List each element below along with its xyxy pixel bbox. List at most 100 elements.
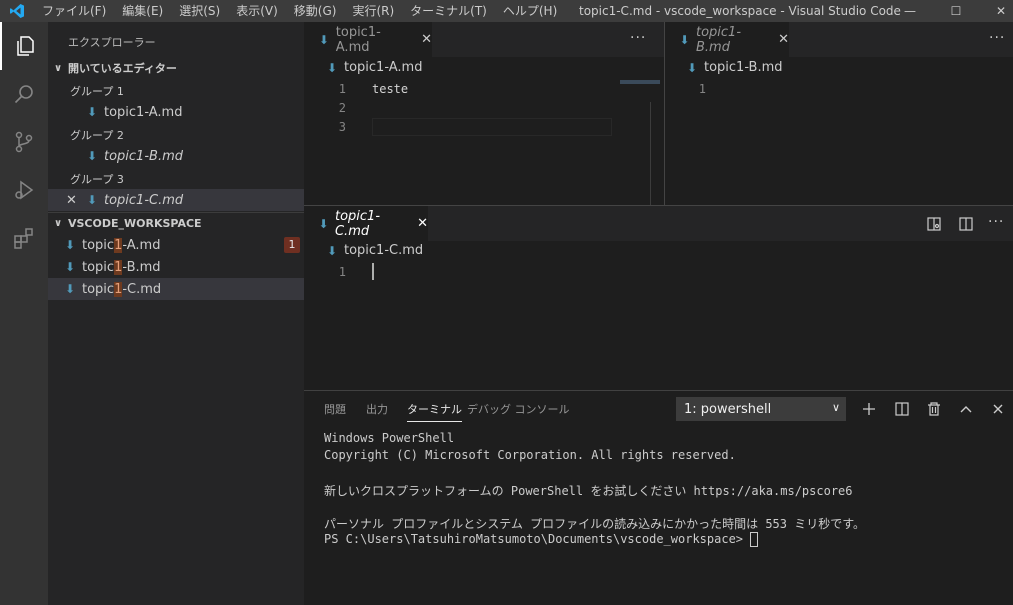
markdown-icon: ⬇ [64,260,76,274]
trash-icon[interactable] [923,399,945,419]
breadcrumb[interactable]: ⬇ topic1-A.md [324,60,422,75]
more-actions-icon[interactable]: ··· [989,30,1005,46]
markdown-icon: ⬇ [326,60,338,75]
file-label: topic1-B.md [82,259,161,275]
run-debug-icon[interactable] [0,166,48,214]
editor-group-2-tabbar: ⬇ topic1-B.md ✕ ··· [665,22,1013,57]
search-icon[interactable] [0,70,48,118]
open-editor-topic1-b[interactable]: ⬇ topic1-B.md [48,145,304,167]
maximize-button[interactable]: ☐ [933,0,979,22]
bottom-panel: 問題 出力 ターミナル デバッグ コンソール 1: powershell ∨ W… [304,390,1013,605]
markdown-icon: ⬇ [318,32,329,47]
markdown-icon: ⬇ [318,216,329,231]
breadcrumb[interactable]: ⬇ topic1-B.md [684,60,783,75]
explorer-sidebar: エクスプローラー ∨ 開いているエディター グループ 1 ⬇ topic1-A.… [48,22,304,605]
group-3-label: グループ 3 [70,173,124,186]
chevron-down-icon: ∨ [831,401,840,414]
menu-go[interactable]: 移動(G) [286,0,345,22]
close-icon[interactable]: ✕ [778,32,789,47]
tab-label: topic1-C.md [334,208,381,239]
source-control-icon[interactable] [0,118,48,166]
terminal-cursor [750,532,759,547]
terminal-line: Copyright (C) Microsoft Corporation. All… [324,448,736,462]
line-number: 3 [338,120,346,134]
explorer-icon[interactable] [0,22,48,70]
terminal-select[interactable]: 1: powershell ∨ [676,397,846,421]
menu-edit[interactable]: 編集(E) [114,0,171,22]
code-line[interactable]: teste [372,82,408,96]
split-editor-icon[interactable] [956,214,976,234]
close-icon[interactable]: ✕ [417,216,428,231]
tab-label: topic1-A.md [335,24,381,55]
vscode-logo-icon [0,0,34,22]
terminal-line: Windows PowerShell [324,431,455,445]
tab-output[interactable]: 出力 [366,401,388,417]
line-number: 1 [338,265,346,279]
editor-area: ⬇ topic1-A.md ✕ ··· ⬇ topic1-A.md 1 2 3 … [304,22,1013,390]
markdown-icon: ⬇ [64,282,76,296]
menu-selection[interactable]: 選択(S) [171,0,228,22]
close-window-button[interactable]: ✕ [978,0,1013,22]
tab-topic1-c[interactable]: ⬇ topic1-C.md ✕ [304,206,428,241]
markdown-icon: ⬇ [86,105,98,119]
tab-problems[interactable]: 問題 [324,401,346,417]
open-editor-label: topic1-C.md [104,192,184,208]
chevron-down-icon: ∨ [53,218,63,229]
workspace-header[interactable]: ∨ VSCODE_WORKSPACE [48,212,304,234]
minimap[interactable] [620,80,660,84]
markdown-icon: ⬇ [326,243,338,258]
chevron-down-icon: ∨ [53,62,63,74]
extensions-icon[interactable] [0,214,48,262]
group-1-label: グループ 1 [70,85,124,98]
current-line-highlight [372,118,612,136]
terminal-prompt[interactable]: PS C:\Users\TatsuhiroMatsumoto\Documents… [324,532,759,547]
close-icon[interactable]: ✕ [421,32,432,47]
group-2-label: グループ 2 [70,129,124,142]
chevron-up-icon[interactable] [955,399,977,419]
file-label: topic1-C.md [82,281,162,297]
tab-label: topic1-B.md [696,24,742,55]
open-editor-label: topic1-B.md [104,148,183,164]
markdown-icon: ⬇ [686,60,698,75]
sidebar-title: エクスプローラー [68,36,156,49]
open-preview-icon[interactable] [924,214,944,234]
title-bar: ファイル(F) 編集(E) 選択(S) 表示(V) 移動(G) 実行(R) ター… [0,0,1013,22]
menu-help[interactable]: ヘルプ(H) [495,0,565,22]
editor-group-3-tabbar: ⬇ topic1-C.md ✕ ··· [304,206,1013,241]
terminal-line: 新しいクロスプラットフォームの PowerShell をお試しください http… [324,484,853,498]
terminal-line: パーソナル プロファイルとシステム プロファイルの読み込みにかかった時間は 55… [324,517,866,531]
markdown-icon: ⬇ [86,149,98,163]
file-label: topic1-A.md [82,237,161,253]
line-number: 1 [698,82,706,96]
tab-terminal[interactable]: ターミナル [407,401,462,422]
markdown-icon: ⬇ [64,238,76,252]
line-number: 1 [338,82,346,96]
new-terminal-icon[interactable] [858,399,880,419]
tab-topic1-a[interactable]: ⬇ topic1-A.md ✕ [304,22,432,57]
more-actions-icon[interactable]: ··· [988,214,1004,230]
more-actions-icon[interactable]: ··· [630,30,646,46]
scrollbar[interactable] [650,102,664,222]
breadcrumb[interactable]: ⬇ topic1-C.md [324,243,423,258]
menu-view[interactable]: 表示(V) [228,0,286,22]
file-topic1-b[interactable]: ⬇ topic1-B.md [48,256,304,278]
line-number: 2 [338,101,346,115]
file-topic1-c[interactable]: ⬇ topic1-C.md [48,278,304,300]
activity-bar [0,22,48,605]
open-editor-topic1-a[interactable]: ⬇ topic1-A.md [48,101,304,123]
menu-run[interactable]: 実行(R) [344,0,402,22]
file-topic1-a[interactable]: ⬇ topic1-A.md 1 [48,234,304,256]
text-cursor [372,263,374,280]
workspace-label: VSCODE_WORKSPACE [68,217,202,230]
menu-file[interactable]: ファイル(F) [34,0,114,22]
close-icon[interactable]: ✕ [66,193,84,208]
open-editor-topic1-c[interactable]: ✕ ⬇ topic1-C.md [48,189,304,211]
split-terminal-icon[interactable] [891,399,913,419]
menu-terminal[interactable]: ターミナル(T) [402,0,495,22]
open-editors-header[interactable]: ∨ 開いているエディター [48,57,304,79]
markdown-icon: ⬇ [679,32,690,47]
close-panel-icon[interactable] [987,399,1009,419]
tab-debug-console[interactable]: デバッグ コンソール [467,401,570,417]
tab-topic1-b[interactable]: ⬇ topic1-B.md ✕ [665,22,789,57]
minimize-button[interactable]: — [887,0,933,22]
